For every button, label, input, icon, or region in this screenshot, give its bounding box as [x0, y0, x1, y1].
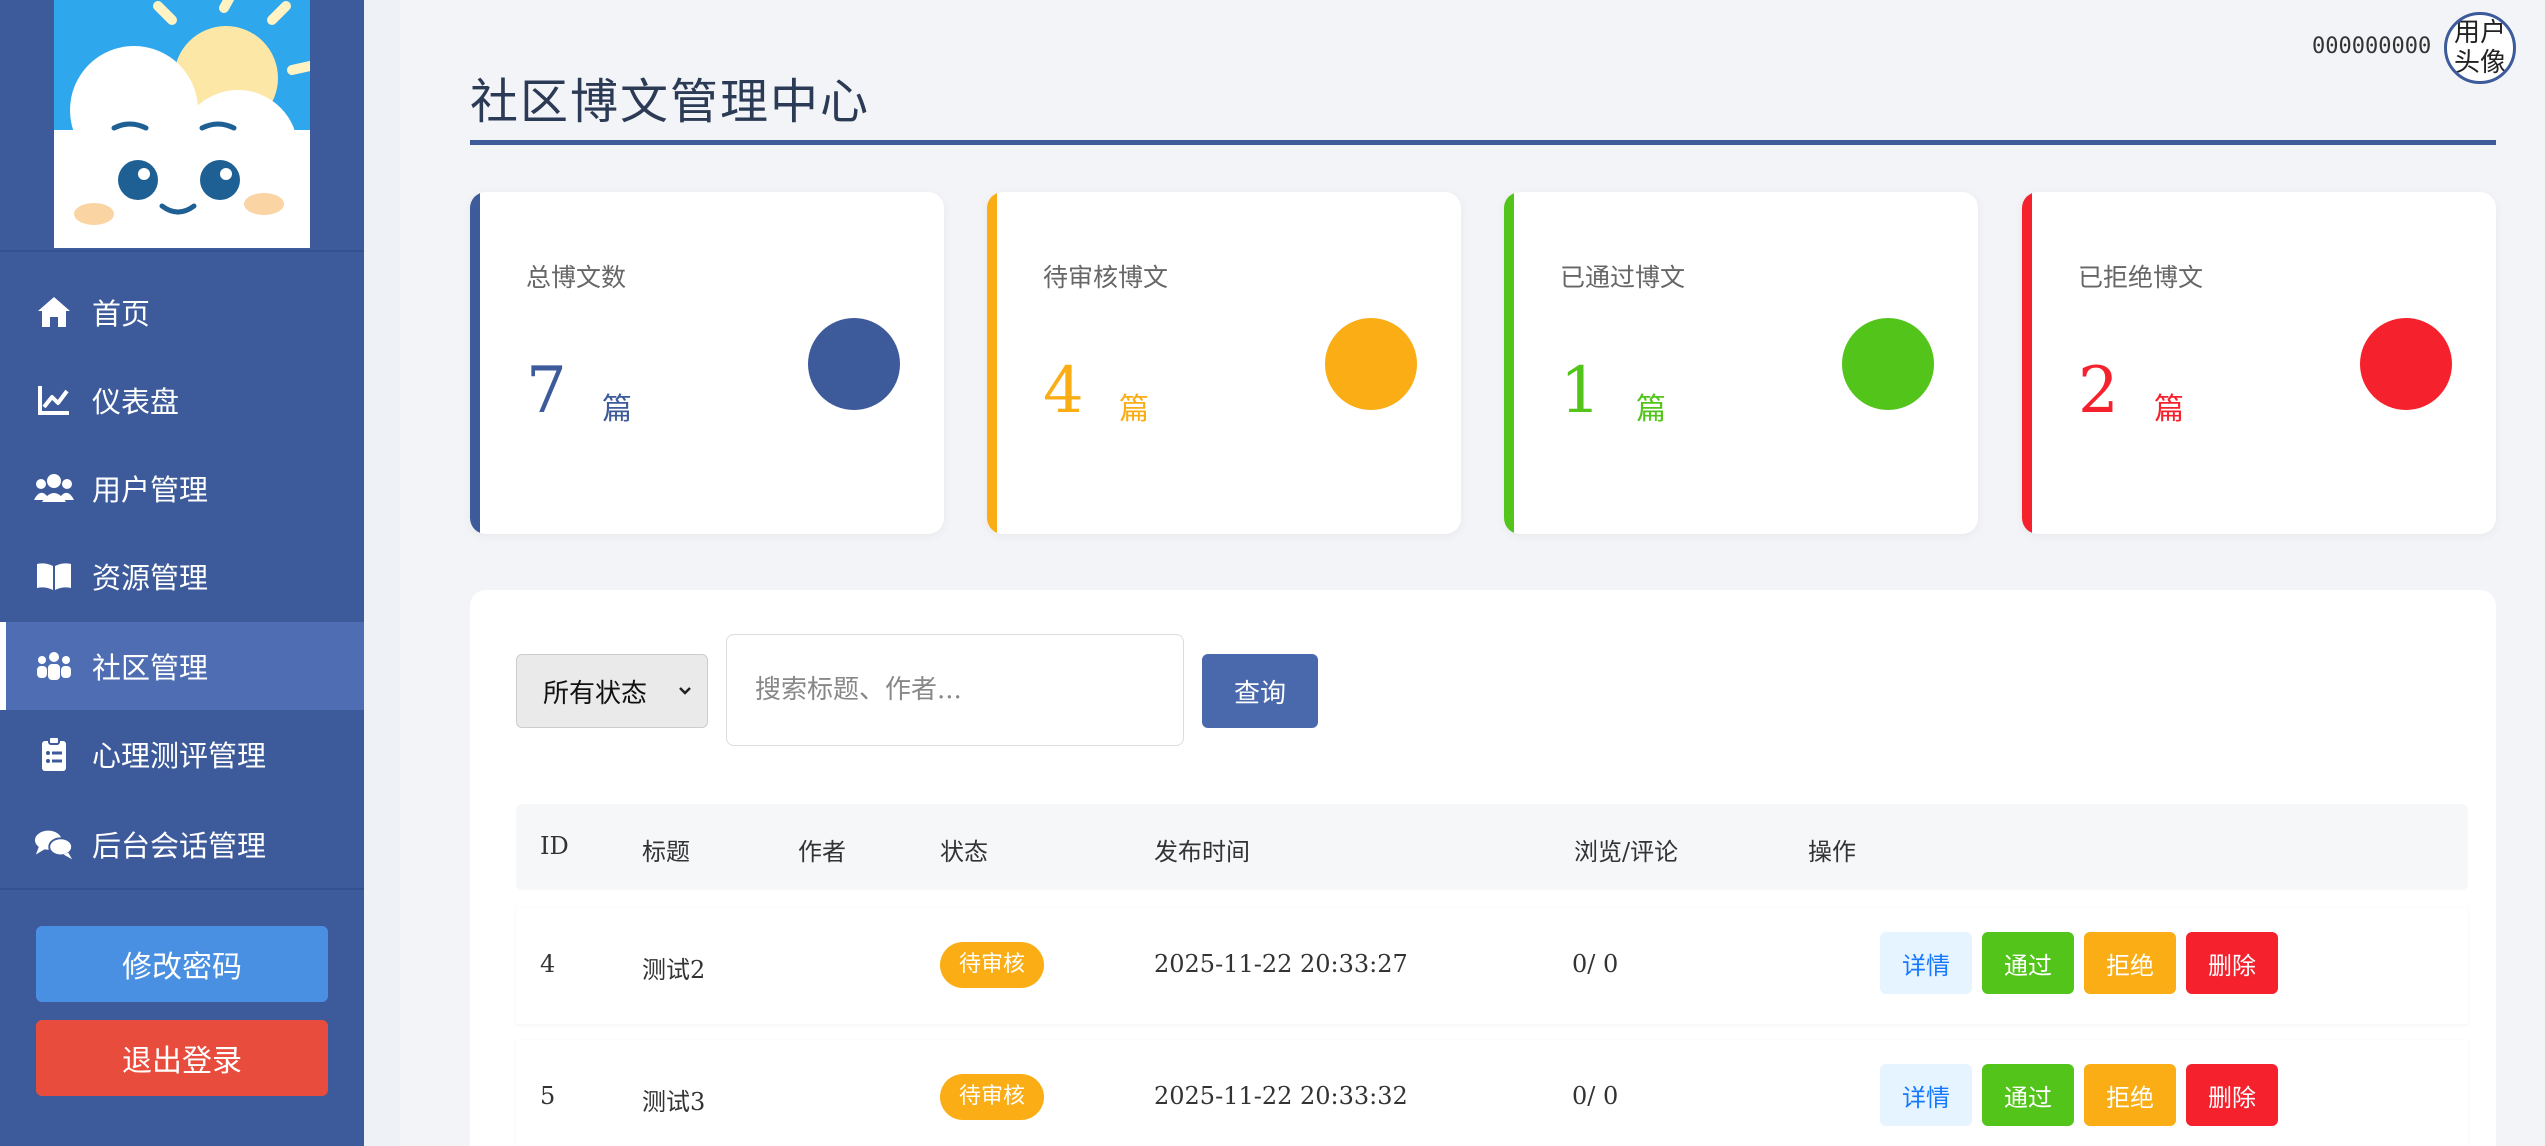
stat-value: 1 — [1560, 354, 1601, 428]
sidebar-item-assessment[interactable]: 心理测评管理 — [0, 710, 364, 798]
stat-indicator — [1325, 318, 1417, 410]
sidebar-divider — [0, 888, 364, 890]
change-password-button[interactable]: 修改密码 — [36, 926, 328, 1002]
column-header: ID — [540, 832, 569, 860]
stat-card-accent — [470, 192, 480, 534]
chevron-down-icon — [675, 677, 695, 707]
stat-unit: 篇 — [1119, 392, 1149, 427]
user-id: 000000000 — [2312, 34, 2432, 59]
cell-publish-time: 2025-11-22 20:33:32 — [1154, 1082, 1408, 1110]
stat-label: 已拒绝博文 — [2078, 263, 2204, 292]
people-group-icon — [34, 646, 74, 686]
table-row: 4 测试2 待审核 2025-11-22 20:33:27 0/ 0 详情 通过… — [516, 908, 2468, 1024]
stat-value: 2 — [2078, 354, 2119, 428]
page-title: 社区博文管理中心 — [470, 74, 871, 130]
query-button[interactable]: 查询 — [1202, 654, 1318, 728]
sidebar-item-label: 社区管理 — [92, 651, 209, 685]
comments-icon — [34, 824, 74, 864]
detail-button[interactable]: 详情 — [1880, 932, 1972, 994]
cell-id: 5 — [540, 1082, 556, 1110]
stat-value: 7 — [526, 354, 567, 428]
delete-button[interactable]: 删除 — [2186, 932, 2278, 994]
stat-card-accent — [2022, 192, 2032, 534]
sidebar-item-sessions[interactable]: 后台会话管理 — [0, 800, 364, 888]
stat-card-accent — [987, 192, 997, 534]
status-badge: 待审核 — [940, 1074, 1044, 1120]
stat-value: 4 — [1043, 354, 1084, 428]
sidebar-item-resources[interactable]: 资源管理 — [0, 532, 364, 620]
column-header: 发布时间 — [1154, 838, 1250, 866]
cell-title: 测试3 — [642, 1088, 706, 1116]
detail-button[interactable]: 详情 — [1880, 1064, 1972, 1126]
stat-label: 已通过博文 — [1560, 263, 1686, 292]
posts-table-card: 所有状态 查询 ID 标题 作者 状态 发布时间 浏览/评论 操作 4 测试2 — [470, 590, 2496, 1146]
stat-unit: 篇 — [602, 392, 632, 427]
sidebar-item-label: 用户管理 — [92, 473, 209, 507]
stat-indicator — [808, 318, 900, 410]
column-header: 作者 — [798, 838, 846, 866]
delete-button[interactable]: 删除 — [2186, 1064, 2278, 1126]
reject-button[interactable]: 拒绝 — [2084, 932, 2176, 994]
stat-indicator — [2360, 318, 2452, 410]
approve-button[interactable]: 通过 — [1982, 1064, 2074, 1126]
column-header: 状态 — [940, 838, 988, 866]
stat-card-total: 总博文数 7 篇 — [470, 192, 944, 534]
status-filter-select[interactable]: 所有状态 — [516, 654, 708, 728]
sidebar-item-community[interactable]: 社区管理 — [0, 622, 364, 710]
table-header: ID 标题 作者 状态 发布时间 浏览/评论 操作 — [516, 804, 2468, 890]
stat-indicator — [1842, 318, 1934, 410]
main-content: 社区博文管理中心 000000000 用户头像 总博文数 7 篇 待审核博文 4… — [364, 0, 2545, 1146]
logout-button[interactable]: 退出登录 — [36, 1020, 328, 1096]
column-header: 操作 — [1808, 838, 1856, 866]
sidebar-item-label: 后台会话管理 — [92, 829, 267, 863]
cell-views-comments: 0/ 0 — [1572, 1082, 1619, 1110]
column-header: 浏览/评论 — [1574, 838, 1679, 866]
sidebar-item-dashboard[interactable]: 仪表盘 — [0, 356, 364, 444]
stat-label: 总博文数 — [526, 263, 627, 292]
main-panel: 社区博文管理中心 000000000 用户头像 总博文数 7 篇 待审核博文 4… — [400, 0, 2542, 1146]
stat-card-pending: 待审核博文 4 篇 — [987, 192, 1461, 534]
status-filter-value: 所有状态 — [543, 678, 648, 709]
stat-card-approved: 已通过博文 1 篇 — [1504, 192, 1978, 534]
status-badge: 待审核 — [940, 942, 1044, 988]
table-row: 5 测试3 待审核 2025-11-22 20:33:32 0/ 0 详情 通过… — [516, 1040, 2468, 1146]
column-header: 标题 — [642, 838, 690, 866]
sidebar-item-home[interactable]: 首页 — [0, 268, 364, 356]
cell-id: 4 — [540, 950, 556, 978]
avatar[interactable]: 用户头像 — [2444, 12, 2516, 84]
cell-title: 测试2 — [642, 956, 706, 984]
reject-button[interactable]: 拒绝 — [2084, 1064, 2176, 1126]
stat-unit: 篇 — [1636, 392, 1666, 427]
cell-views-comments: 0/ 0 — [1572, 950, 1619, 978]
stat-unit: 篇 — [2154, 392, 2184, 427]
chart-line-icon — [34, 380, 74, 420]
page-scrollbar[interactable] — [2534, 0, 2545, 1146]
clipboard-list-icon — [34, 734, 74, 774]
home-icon — [34, 292, 74, 332]
sidebar-item-label: 首页 — [92, 297, 151, 331]
stat-label: 待审核博文 — [1043, 263, 1169, 292]
sidebar-item-label: 仪表盘 — [92, 385, 180, 419]
stat-card-accent — [1504, 192, 1514, 534]
search-input[interactable] — [726, 634, 1184, 746]
sidebar-item-label: 心理测评管理 — [92, 739, 267, 773]
title-underline — [470, 140, 2496, 145]
sidebar-item-users[interactable]: 用户管理 — [0, 444, 364, 532]
logo-image — [54, 0, 310, 248]
cell-publish-time: 2025-11-22 20:33:27 — [1154, 950, 1408, 978]
book-icon — [34, 556, 74, 596]
users-icon — [34, 468, 74, 508]
approve-button[interactable]: 通过 — [1982, 932, 2074, 994]
sidebar-item-label: 资源管理 — [92, 561, 209, 595]
sidebar: 首页 仪表盘 用户管理 资源管理 社区管理 心理测评管理 后台会话管理 修改密码… — [0, 0, 364, 1146]
sidebar-divider — [0, 250, 364, 252]
stat-card-rejected: 已拒绝博文 2 篇 — [2022, 192, 2496, 534]
